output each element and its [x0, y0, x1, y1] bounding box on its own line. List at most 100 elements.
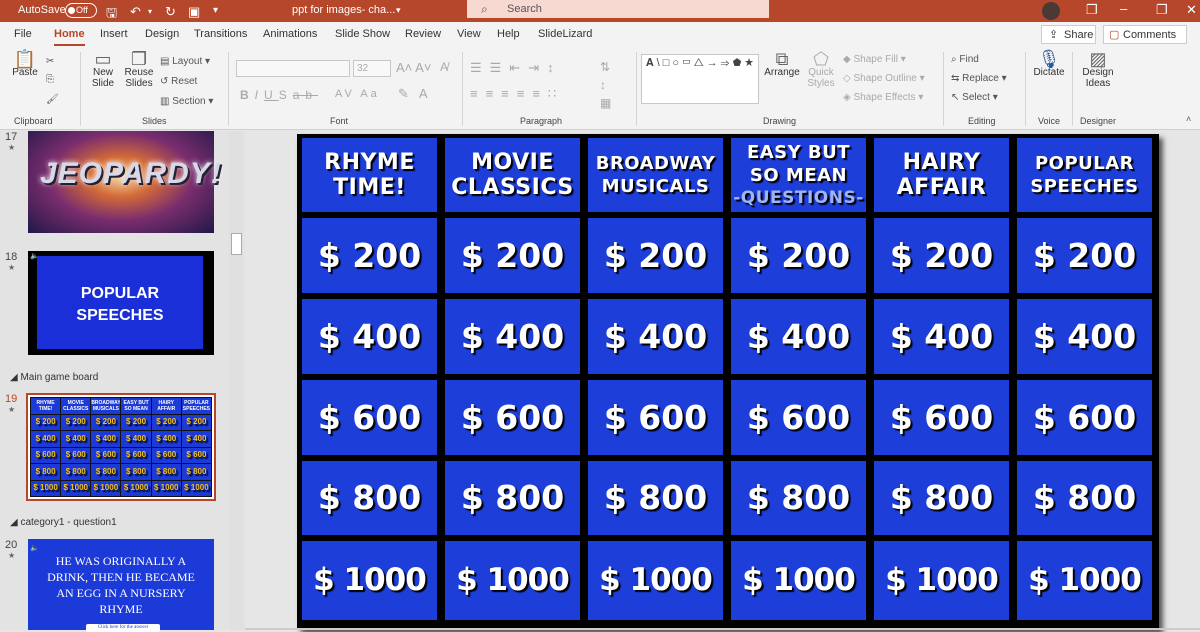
tab-file[interactable]: File: [14, 28, 32, 40]
reuse-slides-button[interactable]: ❐ Reuse Slides: [122, 50, 156, 89]
slide-thumbnail-18[interactable]: 🔈 POPULAR SPEECHES: [28, 251, 214, 355]
board-cell-easy-but-so-mean-600[interactable]: $ 600: [731, 380, 866, 455]
section-header-category[interactable]: ◢ category1 - question1: [10, 517, 117, 528]
select-button[interactable]: ↖ Select ▾: [951, 92, 998, 103]
minimize-icon[interactable]: –: [1120, 1, 1127, 16]
board-cell-easy-but-so-mean-1000[interactable]: $ 1000: [731, 541, 866, 620]
reset-button[interactable]: ↺ Reset: [160, 76, 197, 87]
arrange-button[interactable]: ⧉ Arrange: [763, 50, 801, 78]
board-cell-broadway-musicals-400[interactable]: $ 400: [588, 299, 723, 374]
avatar[interactable]: [1042, 2, 1060, 20]
board-cell-movie-classics-200[interactable]: $ 200: [445, 218, 580, 293]
shape-outline-button[interactable]: ◇ Shape Outline ▾: [843, 73, 925, 84]
smartart-icon[interactable]: ▦: [600, 96, 611, 110]
autosave-toggle[interactable]: Off: [65, 3, 97, 18]
shapes-gallery[interactable]: 𝐀\□○▭△→⇒⬟★: [641, 54, 759, 104]
replace-button[interactable]: ⇆ Replace ▾: [951, 73, 1007, 84]
font-name-box[interactable]: [236, 60, 350, 77]
tab-insert[interactable]: Insert: [100, 28, 128, 40]
board-cell-popular-speeches-1000[interactable]: $ 1000: [1017, 541, 1152, 620]
thumbnail-scrollbar[interactable]: [229, 131, 243, 630]
search-input[interactable]: Search: [507, 3, 542, 15]
board-cell-hairy-affair-200[interactable]: $ 200: [874, 218, 1009, 293]
slide-thumbnail-19[interactable]: RHYME TIME! MOVIE CLASSICS BROADWAY MUSICA…: [26, 393, 216, 501]
board-cell-broadway-musicals-600[interactable]: $ 600: [588, 380, 723, 455]
shape-effects-button[interactable]: ◈ Shape Effects ▾: [843, 92, 923, 103]
board-cell-hairy-affair-800[interactable]: $ 800: [874, 461, 1009, 535]
format-painter-icon[interactable]: 🖌: [46, 94, 59, 105]
align-text-icon[interactable]: ↕: [600, 78, 606, 92]
slide-thumbnail-17[interactable]: JEOPARDY!: [28, 131, 222, 233]
ribbon: 📋 Paste ✂ ⎘ 🖌 Clipboard ▭ New Slide ❐ Re…: [0, 46, 1200, 130]
board-cell-easy-but-so-mean-200[interactable]: $ 200: [731, 218, 866, 293]
tab-design[interactable]: Design: [145, 28, 179, 40]
shape-fill-button[interactable]: ◆ Shape Fill ▾: [843, 54, 906, 65]
find-button[interactable]: ⌕ Find: [951, 54, 979, 65]
board-cell-movie-classics-800[interactable]: $ 800: [445, 461, 580, 535]
dictate-button[interactable]: 🎙 Dictate: [1030, 50, 1068, 78]
ribbon-display-icon[interactable]: ❒: [1086, 2, 1098, 18]
clear-format-icon[interactable]: A̸: [440, 60, 448, 74]
board-cell-popular-speeches-600[interactable]: $ 600: [1017, 380, 1152, 455]
board-cell-movie-classics-1000[interactable]: $ 1000: [445, 541, 580, 620]
redo-icon[interactable]: ↻: [165, 4, 176, 20]
comments-button[interactable]: ▢ Comments: [1103, 25, 1187, 44]
quick-styles-button[interactable]: ⬠ Quick Styles: [803, 50, 839, 89]
tab-view[interactable]: View: [457, 28, 481, 40]
board-cell-hairy-affair-600[interactable]: $ 600: [874, 380, 1009, 455]
tab-animations[interactable]: Animations: [263, 28, 317, 40]
font-style-icons[interactable]: BIUSab: [240, 88, 318, 102]
tab-transitions[interactable]: Transitions: [194, 28, 247, 40]
board-cell-popular-speeches-400[interactable]: $ 400: [1017, 299, 1152, 374]
close-icon[interactable]: ✕: [1186, 2, 1197, 18]
text-direction-icon[interactable]: ⇅: [600, 60, 610, 74]
new-slide-button[interactable]: ▭ New Slide: [86, 50, 120, 89]
collapse-ribbon-icon[interactable]: ˄: [1186, 114, 1191, 124]
tab-review[interactable]: Review: [405, 28, 441, 40]
char-spacing-icon[interactable]: AV Aa: [335, 88, 380, 100]
undo-dropdown-icon[interactable]: ▾: [148, 7, 152, 16]
board-cell-broadway-musicals-1000[interactable]: $ 1000: [588, 541, 723, 620]
design-ideas-button[interactable]: ▨ Design Ideas: [1078, 50, 1118, 89]
board-cell-popular-speeches-800[interactable]: $ 800: [1017, 461, 1152, 535]
board-cell-broadway-musicals-800[interactable]: $ 800: [588, 461, 723, 535]
board-cell-rhyme-time-800[interactable]: $ 800: [302, 461, 437, 535]
board-cell-rhyme-time-200[interactable]: $ 200: [302, 218, 437, 293]
board-cell-movie-classics-600[interactable]: $ 600: [445, 380, 580, 455]
align-icons[interactable]: ≡≡≡≡≡∷: [470, 86, 564, 102]
board-cell-easy-but-so-mean-800[interactable]: $ 800: [731, 461, 866, 535]
cut-icon[interactable]: ✂: [46, 56, 54, 67]
scrollbar-thumb[interactable]: [231, 233, 242, 255]
paste-button[interactable]: 📋 Paste: [8, 50, 42, 78]
slide-thumbnail-20[interactable]: 🔈 HE WAS ORIGINALLY A DRINK, THEN HE BEC…: [28, 539, 214, 632]
font-size-box[interactable]: 32: [353, 60, 391, 77]
undo-icon[interactable]: ↶: [130, 4, 141, 20]
layout-button[interactable]: ▤ Layout ▾: [160, 56, 210, 67]
section-header-main[interactable]: ◢ Main game board: [10, 372, 98, 383]
present-icon[interactable]: ▣: [188, 4, 200, 20]
jeopardy-logo: JEOPARDY!: [40, 157, 222, 190]
section-button[interactable]: ▥ Section ▾: [160, 96, 213, 107]
share-button[interactable]: ⇪ Share: [1041, 25, 1096, 44]
board-cell-rhyme-time-1000[interactable]: $ 1000: [302, 541, 437, 620]
board-cell-broadway-musicals-200[interactable]: $ 200: [588, 218, 723, 293]
board-cell-popular-speeches-200[interactable]: $ 200: [1017, 218, 1152, 293]
board-cell-rhyme-time-400[interactable]: $ 400: [302, 299, 437, 374]
customize-toolbar-icon[interactable]: ▾: [213, 5, 218, 16]
tab-slidelizard[interactable]: SlideLizard: [538, 28, 592, 40]
title-dropdown-icon[interactable]: ▾: [396, 5, 401, 16]
tab-home[interactable]: Home: [54, 28, 85, 46]
font-color-icons[interactable]: ✎A: [398, 86, 438, 102]
tab-slide-show[interactable]: Slide Show: [335, 28, 390, 40]
tab-help[interactable]: Help: [497, 28, 520, 40]
increase-font-icon[interactable]: A˄ A˅: [396, 60, 431, 75]
board-cell-movie-classics-400[interactable]: $ 400: [445, 299, 580, 374]
board-cell-hairy-affair-1000[interactable]: $ 1000: [874, 541, 1009, 620]
copy-icon[interactable]: ⎘: [46, 74, 54, 85]
list-icons[interactable]: ☰☰⇤⇥↕: [470, 60, 562, 76]
board-cell-rhyme-time-600[interactable]: $ 600: [302, 380, 437, 455]
board-cell-hairy-affair-400[interactable]: $ 400: [874, 299, 1009, 374]
board-cell-easy-but-so-mean-400[interactable]: $ 400: [731, 299, 866, 374]
search-box[interactable]: ⌕ Search: [467, 0, 769, 18]
restore-icon[interactable]: ❐: [1156, 2, 1168, 18]
